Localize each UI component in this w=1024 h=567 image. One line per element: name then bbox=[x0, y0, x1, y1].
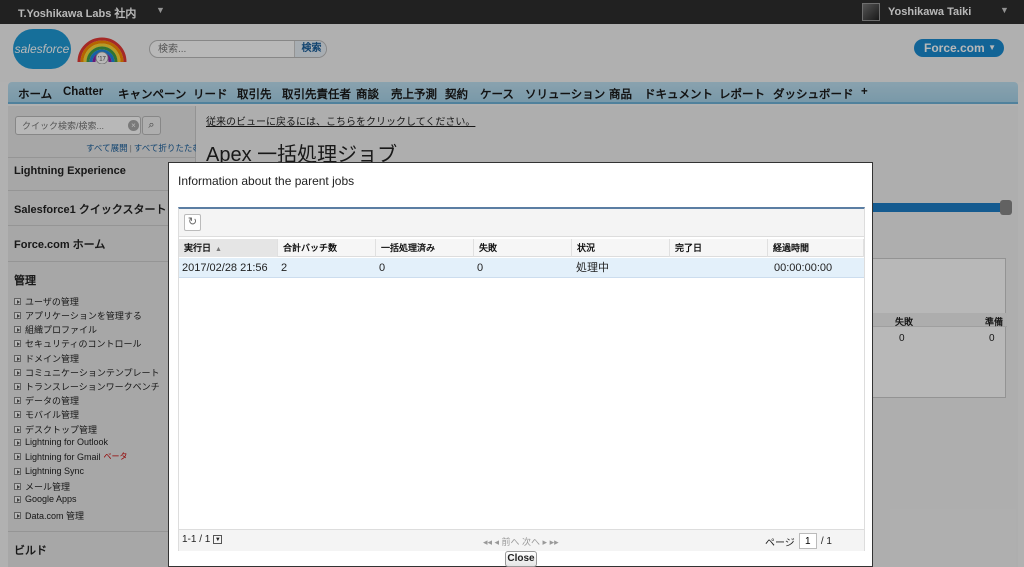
column-header-elapsed[interactable]: 経過時間 bbox=[768, 239, 864, 257]
page-number-input[interactable] bbox=[798, 533, 817, 549]
close-button[interactable]: Close bbox=[505, 551, 537, 567]
sort-ascending-icon: ▲ bbox=[215, 246, 222, 253]
column-header-total-batches[interactable]: 合計バッチ数 bbox=[278, 239, 376, 257]
page-total: / 1 bbox=[820, 535, 832, 547]
column-header-status[interactable]: 状況 bbox=[572, 239, 670, 257]
parent-jobs-dialog: Information about the parent jobs ↻ 実行日 ▲… bbox=[168, 162, 873, 567]
cell-elapsed: 00:00:00:00 bbox=[774, 262, 833, 274]
cell-completed-date bbox=[670, 258, 673, 278]
page-label: ページ bbox=[765, 537, 795, 549]
cell-failures: 0 bbox=[477, 262, 484, 274]
page-range-select[interactable]: 1-1 / 1 ▼ bbox=[182, 534, 223, 545]
cell-processed: 0 bbox=[379, 262, 386, 274]
dialog-title: Information about the parent jobs bbox=[178, 174, 355, 188]
chevron-down-icon[interactable]: ▼ bbox=[213, 535, 223, 544]
refresh-icon[interactable]: ↻ bbox=[184, 214, 201, 231]
cell-run-date: 2017/02/28 21:56 bbox=[182, 262, 268, 274]
grid-header: 実行日 ▲ 合計バッチ数 一括処理済み 失敗 状況 完了日 経過時間 bbox=[179, 239, 864, 257]
grid-footer: 1-1 / 1 ▼ ◂◂ ◂ 前へ 次へ ▸ ▸▸ ページ / 1 bbox=[179, 529, 864, 551]
pager-nav[interactable]: ◂◂ ◂ 前へ 次へ ▸ ▸▸ bbox=[483, 535, 559, 548]
column-header-failures[interactable]: 失敗 bbox=[474, 239, 572, 257]
cell-status: 処理中 bbox=[576, 262, 609, 274]
table-row[interactable]: 2017/02/28 21:56 2 0 0 処理中 00:00:00:00 bbox=[179, 258, 864, 278]
page-jump: ページ / 1 bbox=[765, 533, 832, 549]
grid-toolbar: ↻ bbox=[179, 209, 864, 237]
column-header-processed[interactable]: 一括処理済み bbox=[376, 239, 474, 257]
cell-total-batches: 2 bbox=[281, 262, 288, 274]
jobs-grid: ↻ 実行日 ▲ 合計バッチ数 一括処理済み 失敗 状況 完了日 経過時間 2017… bbox=[178, 207, 865, 551]
column-header-completed-date[interactable]: 完了日 bbox=[670, 239, 768, 257]
page-range: 1-1 / 1 bbox=[182, 534, 211, 545]
column-label: 実行日 bbox=[184, 243, 212, 253]
column-header-run-date[interactable]: 実行日 ▲ bbox=[179, 239, 278, 257]
